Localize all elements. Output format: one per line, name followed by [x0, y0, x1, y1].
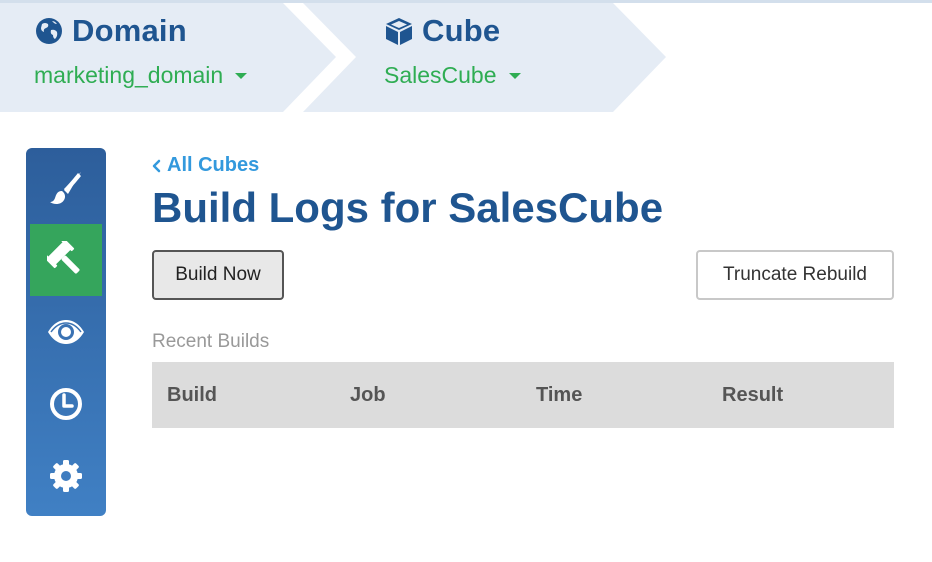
truncate-rebuild-button[interactable]: Truncate Rebuild [696, 250, 894, 300]
column-header-job[interactable]: Job [350, 362, 386, 428]
build-now-button[interactable]: Build Now [152, 250, 284, 300]
domain-value: marketing_domain [34, 62, 224, 88]
clock-icon [50, 388, 82, 420]
chevron-down-icon [235, 72, 248, 79]
column-header-time[interactable]: Time [536, 362, 582, 428]
cube-title: Cube [422, 13, 501, 48]
side-toolbar [26, 148, 106, 516]
back-link-all-cubes[interactable]: All Cubes [152, 154, 259, 177]
cube-value: SalesCube [384, 62, 497, 88]
gavel-icon [47, 241, 80, 274]
gear-icon [50, 460, 82, 492]
cube-icon [384, 16, 414, 46]
chevron-down-icon [508, 72, 521, 79]
cube-selector[interactable]: SalesCube [384, 62, 521, 89]
back-link-label: All Cubes [167, 154, 260, 176]
recent-builds-label: Recent Builds [152, 331, 270, 352]
breadcrumb-domain: Domain marketing_domain [34, 12, 248, 89]
recent-builds-table: Build Job Time Result [152, 362, 894, 428]
sidebar-item-preview[interactable] [30, 296, 102, 368]
chevron-left-icon [152, 159, 161, 172]
page-title: Build Logs for SalesCube [152, 184, 664, 231]
breadcrumb-top-border [0, 0, 932, 3]
breadcrumb: Domain marketing_domain Cube SalesCube [0, 0, 932, 112]
sidebar-item-history[interactable] [30, 368, 102, 440]
column-header-build[interactable]: Build [167, 362, 217, 428]
sidebar-item-settings[interactable] [30, 440, 102, 512]
domain-title: Domain [72, 13, 187, 48]
sidebar-item-build[interactable] [30, 224, 102, 296]
globe-icon [34, 16, 64, 46]
sidebar-item-design[interactable] [30, 152, 102, 224]
eye-icon [48, 320, 84, 344]
column-header-result[interactable]: Result [722, 362, 783, 428]
domain-selector[interactable]: marketing_domain [34, 62, 248, 89]
paintbrush-icon [50, 172, 81, 205]
breadcrumb-cube: Cube SalesCube [384, 12, 521, 89]
